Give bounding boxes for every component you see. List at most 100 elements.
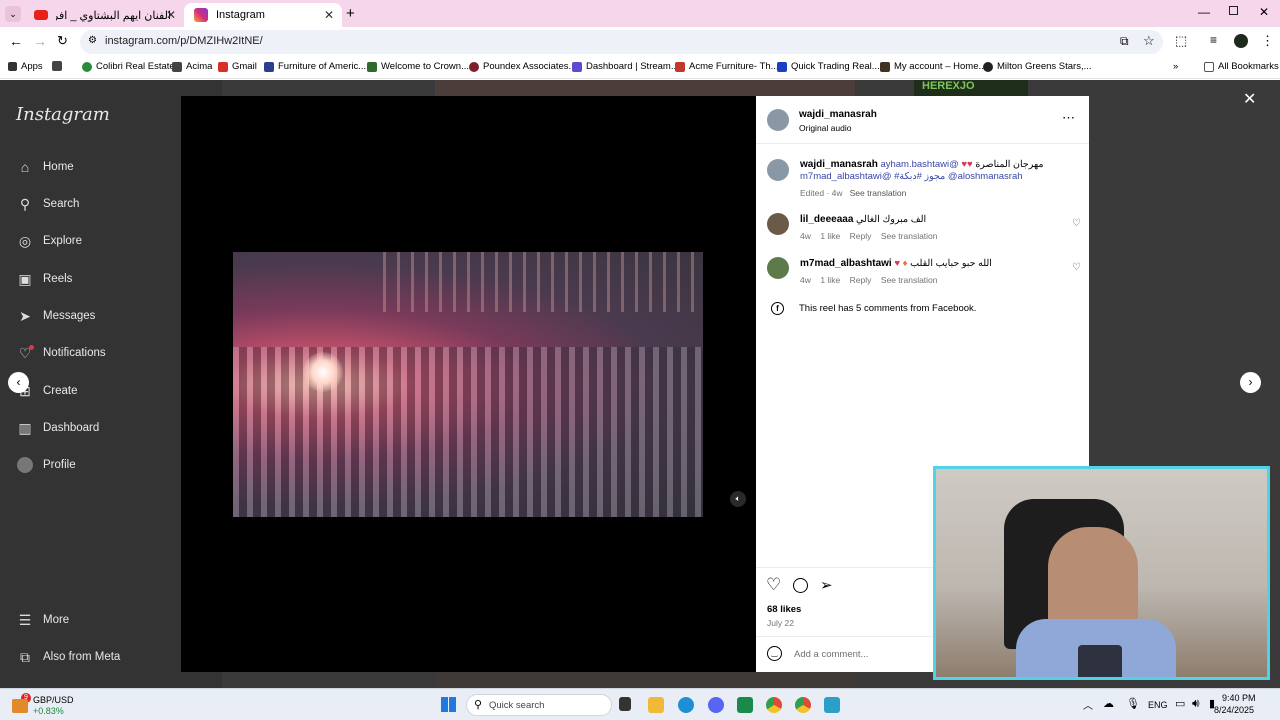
previous-post-button[interactable]: ‹ [8,372,29,393]
see-translation-link[interactable]: See translation [881,231,938,241]
bookmark-gmail[interactable]: Gmail [218,61,257,72]
bookmark-my-account[interactable]: My account – Home... [880,61,986,72]
reel-video-frame[interactable] [233,252,703,517]
start-button[interactable] [441,697,456,712]
close-icon[interactable]: ✕ [324,8,334,22]
avatar[interactable] [767,257,789,279]
maximize-button[interactable] [1229,6,1238,15]
tab-instagram[interactable]: Instagram ✕ [184,3,342,27]
reply-button[interactable]: Reply [850,231,872,241]
address-bar[interactable]: ⚙ instagram.com/p/DMZIHw2ItNE/ ⧉ ☆ [80,30,1163,54]
comment-username[interactable]: m7mad_albashtawi [800,258,892,269]
more-options-icon[interactable]: ⋯ [1062,110,1075,126]
new-tab-button[interactable]: + [346,5,355,22]
instagram-logo[interactable]: Instagram [16,104,110,125]
next-post-button[interactable]: › [1240,372,1261,393]
comment-username[interactable]: lil_deeeaaa [800,214,853,225]
emoji-icon[interactable]: ‿ [767,646,782,661]
clock-date[interactable]: 8/24/2025 [1214,705,1254,715]
tab-search-button[interactable]: ⌄ [5,6,21,22]
app-icon[interactable] [824,697,840,713]
edge-icon[interactable] [678,697,694,713]
caption-username[interactable]: wajdi_manasrah [800,159,878,170]
comment-likes[interactable]: 1 like [820,275,840,285]
network-icon[interactable]: ▭ [1175,697,1185,710]
sidebar-item-notifications[interactable]: ♡ Notifications [16,344,106,362]
sidebar-item-more[interactable]: ☰ More [16,611,69,629]
forward-icon[interactable]: → [33,33,47,49]
mention-link[interactable]: ayham.bashtawi@ [880,159,958,170]
see-translation-link[interactable]: See translation [881,275,938,285]
see-translation-link[interactable]: See translation [850,188,907,198]
discord-icon[interactable] [708,697,724,713]
minimize-button[interactable]: — [1198,5,1210,19]
cloud-icon[interactable]: ☁︎ [1103,697,1114,710]
grid-icon[interactable] [52,61,66,71]
reload-icon[interactable]: ↻ [57,33,68,49]
close-icon[interactable]: ✕ [166,8,176,22]
menu-icon[interactable]: ⋮ [1261,33,1274,49]
back-icon[interactable]: ← [9,33,23,49]
facebook-icon: f [771,302,784,315]
bookmark-acima[interactable]: Acima [172,61,212,72]
bookmark-colibri[interactable]: Colibri Real Estate [82,61,175,72]
sidebar-item-explore[interactable]: ◎ Explore [16,232,82,250]
audio-label[interactable]: Original audio [799,123,851,133]
star-icon[interactable]: ☆ [1143,33,1155,49]
all-bookmarks[interactable]: All Bookmarks [1204,61,1279,72]
comment: m7mad_albashtawi ♥ ♦ الله حبو حبايب القل… [800,258,992,269]
site-info-icon[interactable]: ⚙ [88,35,97,46]
sidebar-item-meta[interactable]: ⧉ Also from Meta [16,648,120,666]
chrome-profile-icon[interactable] [795,697,811,713]
bookmark-quick-trading[interactable]: Quick Trading Real... [777,61,880,72]
bookmark-furniture[interactable]: Furniture of Americ... [264,61,366,72]
reel-video-player[interactable]: 🔈︎ [181,96,756,672]
file-explorer-icon[interactable] [648,697,664,713]
clock-time[interactable]: 9:40 PM [1222,693,1256,703]
sidebar-item-dashboard[interactable]: ▥ Dashboard [16,419,99,437]
comment-input[interactable]: Add a comment... [794,649,868,660]
bookmark-crown[interactable]: Welcome to Crown... [367,61,469,72]
bookmark-poundex[interactable]: Poundex Associates... [469,61,576,72]
avatar[interactable] [767,109,789,131]
tray-chevron-icon[interactable]: ︿ [1083,697,1093,712]
meta-icon: ⧉ [20,648,30,665]
extensions-icon[interactable]: ⬚ [1175,33,1187,49]
share-icon[interactable]: ➢ [820,576,833,594]
media-icon[interactable]: ≡ [1210,33,1217,47]
avatar[interactable] [767,159,789,181]
profile-avatar[interactable] [1234,34,1248,48]
install-icon[interactable]: ⧉ [1120,34,1129,49]
sidebar-item-home[interactable]: ⌂ Home [16,158,74,176]
like-comment-icon[interactable]: ♡ [1072,218,1081,229]
taskbar-search[interactable]: ⚲ Quick search [466,694,612,716]
tab-youtube[interactable]: الفنان ايهم البشتاوي _ افراح آل ال... ✕ [24,3,184,27]
whatsapp-icon[interactable] [737,697,753,713]
more-bookmarks-icon[interactable]: » [1173,61,1178,72]
language-indicator[interactable]: ENG [1148,700,1168,710]
bookmark-acme[interactable]: Acme Furniture- Th... [675,61,779,72]
window-close-button[interactable]: ✕ [1259,5,1269,19]
sidebar-item-profile[interactable]: Profile [16,456,76,474]
comment-icon[interactable] [793,578,808,593]
mute-button[interactable]: 🔈︎ [730,491,746,507]
sidebar-item-search[interactable]: ⚲ Search [16,195,80,213]
reply-button[interactable]: Reply [850,275,872,285]
like-comment-icon[interactable]: ♡ [1072,262,1081,273]
post-author-username[interactable]: wajdi_manasrah [799,109,877,120]
bookmark-dashboard[interactable]: Dashboard | Stream... [572,61,679,72]
microphone-icon[interactable]: 🎙︎ [1126,697,1140,710]
chrome-icon[interactable] [766,697,782,713]
sidebar-item-reels[interactable]: ▣ Reels [16,270,72,288]
caption-tags[interactable]: m7mad_albashtawi@ #مجوز #دبكة @aloshmana… [800,171,1023,182]
task-view-icon[interactable] [619,697,631,711]
likes-count[interactable]: 68 likes [767,604,801,615]
comment-likes[interactable]: 1 like [820,231,840,241]
close-modal-icon[interactable]: ✕ [1243,89,1256,109]
volume-icon[interactable]: 🔊︎ [1192,696,1200,711]
bookmark-apps[interactable]: Apps [8,61,43,72]
bookmark-milton[interactable]: Milton Greens Stars,... [983,61,1092,72]
sidebar-item-messages[interactable]: ➤ Messages [16,307,95,325]
avatar[interactable] [767,213,789,235]
like-icon[interactable]: ♡ [766,575,781,595]
